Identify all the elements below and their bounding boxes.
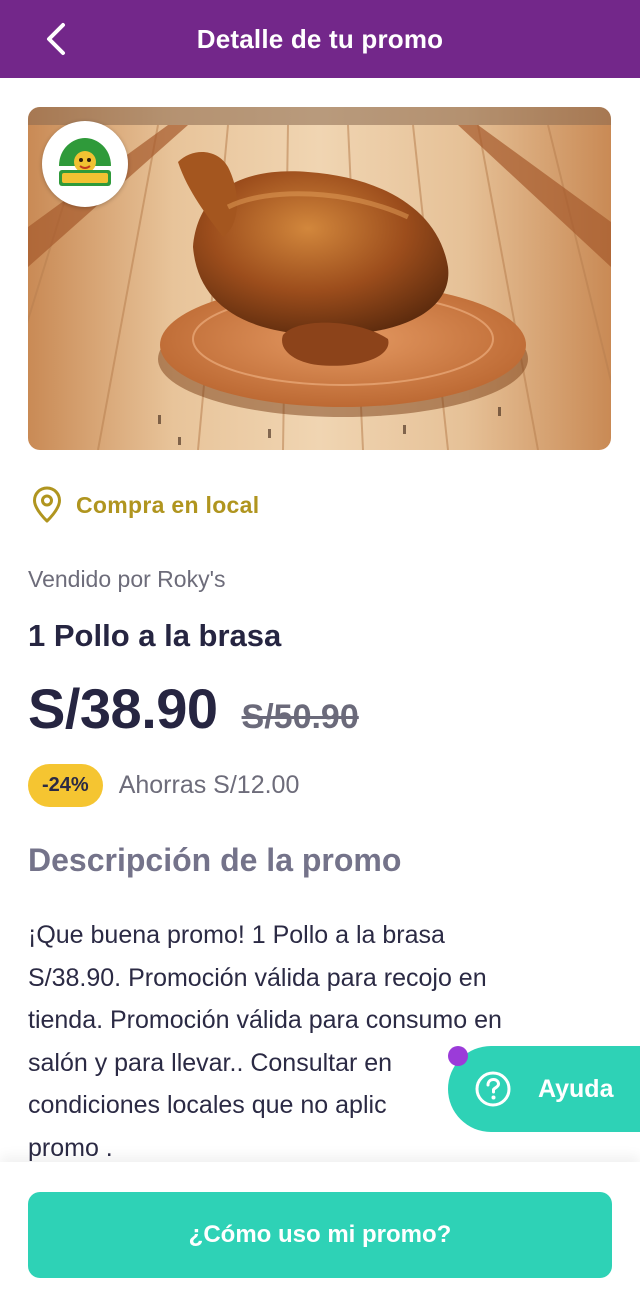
- notification-dot: [448, 1046, 468, 1066]
- help-button[interactable]: Ayuda: [448, 1046, 640, 1132]
- app-header: Detalle de tu promo: [0, 0, 640, 78]
- original-price: S/50.90: [241, 698, 359, 736]
- rokys-logo-icon: [59, 138, 111, 186]
- description-line: tienda. Promoción válida para consumo en: [28, 1006, 502, 1034]
- description-line: ¡Que buena promo! 1 Pollo a la brasa: [28, 921, 445, 949]
- description-title: Descripción de la promo: [28, 842, 402, 878]
- how-to-use-promo-button[interactable]: ¿Cómo uso mi promo?: [28, 1192, 612, 1278]
- back-button[interactable]: [36, 19, 76, 59]
- help-label: Ayuda: [538, 1074, 614, 1103]
- discount-badge: -24%: [28, 764, 103, 807]
- chevron-left-icon: [47, 23, 65, 55]
- price-row: S/38.90 S/50.90: [28, 676, 359, 741]
- location-label: Compra en local: [76, 491, 260, 518]
- map-pin-icon: [33, 486, 61, 523]
- savings-row: -24% Ahorras S/12.00: [28, 764, 299, 807]
- brand-logo: [42, 121, 128, 207]
- seller-text: Vendido por Roky's: [28, 566, 226, 592]
- savings-text: Ahorras S/12.00: [118, 771, 300, 799]
- promo-image: [28, 107, 611, 450]
- current-price: S/38.90: [28, 677, 218, 740]
- purchase-location: Compra en local: [32, 486, 259, 524]
- question-circle-icon: [475, 1071, 511, 1107]
- cta-label: ¿Cómo uso mi promo?: [188, 1221, 452, 1248]
- description-line: S/38.90. Promoción válida para recojo en: [28, 963, 487, 992]
- page-title: Detalle de tu promo: [196, 23, 444, 54]
- product-name: 1 Pollo a la brasa: [28, 618, 282, 653]
